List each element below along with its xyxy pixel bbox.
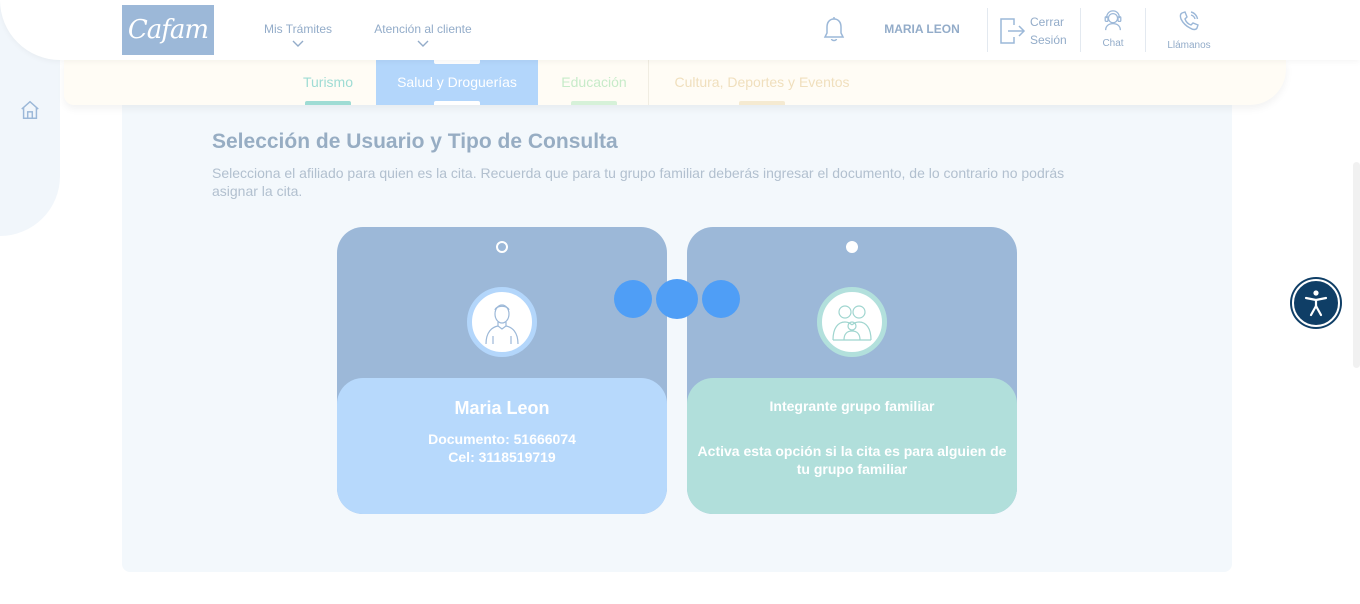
avatar — [467, 287, 537, 357]
tab-underline — [305, 101, 351, 105]
tab-divider — [648, 60, 649, 105]
header-divider — [1080, 8, 1081, 52]
family-card-info: Integrante grupo familiar Activa esta op… — [687, 378, 1017, 514]
header-divider — [987, 8, 988, 52]
tab-underline — [434, 101, 480, 105]
tab-salud-label: Salud y Droguerías — [397, 74, 517, 90]
user-name[interactable]: MARIA LEON — [872, 22, 972, 36]
person-icon — [485, 304, 519, 344]
logout-label-line1: Cerrar — [1030, 15, 1065, 29]
tab-salud-droguerias[interactable]: Salud y Droguerías — [376, 60, 538, 105]
chevron-down-icon — [292, 40, 304, 47]
family-card-description: Activa esta opción si la cita es para al… — [697, 443, 1007, 477]
page-title: Selección de Usuario y Tipo de Consulta — [212, 130, 618, 153]
page-description: Selecciona el afiliado para quien es la … — [212, 165, 1065, 199]
logout-icon — [1000, 18, 1026, 44]
bell-icon[interactable] — [822, 16, 846, 44]
header-divider — [1145, 8, 1146, 52]
chat-label: Chat — [1102, 38, 1124, 49]
tab-educacion-label: Educación — [561, 74, 627, 90]
family-card-title: Integrante grupo familiar — [769, 398, 935, 414]
family-option-radio[interactable] — [846, 241, 858, 253]
category-tabs: Turismo Salud y Droguerías Educación Cul… — [64, 60, 1286, 105]
family-option-card[interactable]: Integrante grupo familiar Activa esta op… — [687, 227, 1017, 514]
loading-dot — [702, 280, 740, 318]
main-panel: Selección de Usuario y Tipo de Consulta … — [122, 100, 1232, 572]
tab-cultura-label: Cultura, Deportes y Eventos — [674, 74, 850, 90]
call-button[interactable]: Llámanos — [1158, 9, 1220, 51]
loading-dot — [614, 280, 652, 318]
chat-button[interactable]: Chat — [1094, 9, 1132, 49]
logout-label-line2: Sesión — [1030, 33, 1067, 47]
nav-mis-tramites-label: Mis Trámites — [263, 22, 332, 36]
call-label: Llámanos — [1167, 40, 1211, 51]
cafam-logo[interactable]: Cafam — [122, 5, 214, 55]
tab-educacion[interactable]: Educación — [552, 60, 636, 105]
tab-turismo-label: Turismo — [302, 74, 354, 90]
tab-turismo[interactable]: Turismo — [290, 60, 366, 105]
chevron-down-icon — [417, 40, 429, 47]
avatar — [817, 287, 887, 357]
logout-label: Cerrar Sesión — [1030, 13, 1067, 49]
user-card-document: Documento: 51666074 — [428, 431, 576, 447]
user-card-name: Maria Leon — [454, 398, 550, 418]
family-icon — [832, 305, 872, 341]
nav-atencion-cliente[interactable]: Atención al cliente — [370, 22, 476, 48]
user-option-card[interactable]: Maria Leon Documento: 51666074 Cel: 3118… — [337, 227, 667, 514]
user-option-radio[interactable] — [496, 241, 508, 253]
user-card-info: Maria Leon Documento: 51666074 Cel: 3118… — [337, 378, 667, 514]
scrollbar-thumb[interactable] — [1353, 162, 1360, 368]
tab-underline — [571, 101, 617, 105]
tab-cultura-deportes-eventos[interactable]: Cultura, Deportes y Eventos — [662, 60, 862, 105]
nav-mis-tramites[interactable]: Mis Trámites — [262, 22, 334, 48]
top-header: Cafam Mis Trámites Atención al cliente M… — [0, 0, 1360, 60]
user-card-phone: Cel: 3118519719 — [448, 449, 556, 465]
nav-atencion-cliente-label: Atención al cliente — [374, 22, 472, 36]
tab-topmark — [434, 60, 480, 64]
home-icon[interactable] — [19, 99, 41, 121]
accessibility-icon — [1304, 290, 1328, 317]
tab-underline — [739, 101, 785, 105]
logout-button[interactable]: Cerrar Sesión — [996, 12, 1076, 50]
phone-icon — [1179, 11, 1199, 31]
accessibility-button[interactable] — [1292, 279, 1340, 327]
loading-dot — [656, 279, 698, 319]
headset-icon — [1104, 10, 1122, 31]
